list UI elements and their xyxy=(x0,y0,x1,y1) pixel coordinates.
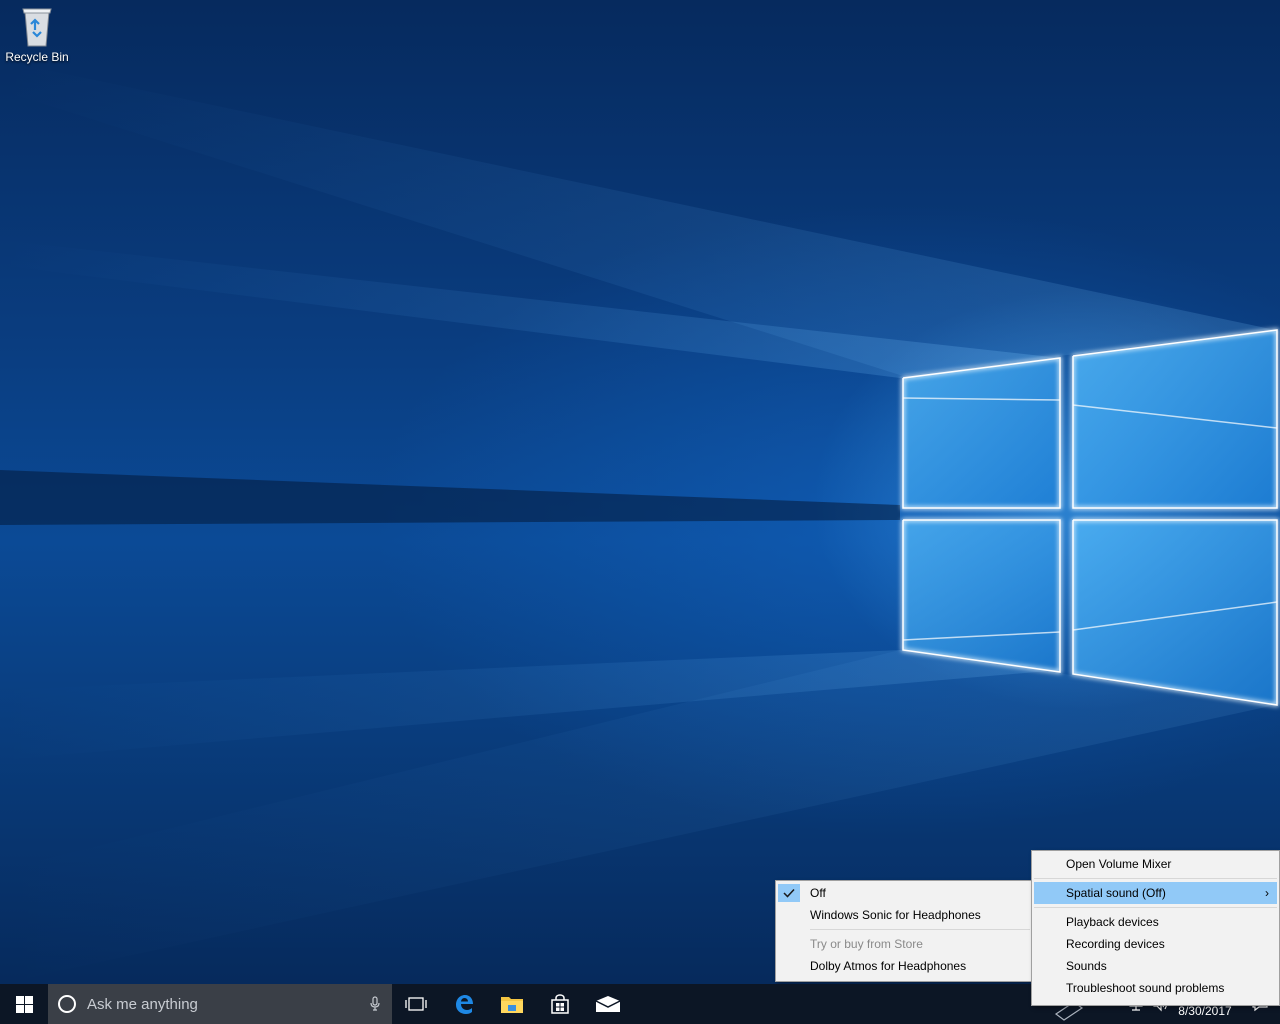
menu-item-recording-devices[interactable]: Recording devices xyxy=(1032,933,1279,955)
menu-item-label: Off xyxy=(810,886,826,900)
microphone-icon[interactable] xyxy=(370,996,380,1012)
menu-item-label: Dolby Atmos for Headphones xyxy=(810,959,967,973)
desktop-wallpaper: Recycle Bin xyxy=(0,0,1280,984)
menu-item-windows-sonic[interactable]: Windows Sonic for Headphones xyxy=(776,904,1032,926)
menu-item-label: Playback devices xyxy=(1066,915,1159,929)
menu-item-playback-devices[interactable]: Playback devices xyxy=(1032,911,1279,933)
menu-item-label: Try or buy from Store xyxy=(810,937,923,951)
folder-icon xyxy=(501,997,523,1013)
task-view-button[interactable] xyxy=(392,984,440,1024)
store-bag-icon xyxy=(551,994,569,1014)
menu-item-label: Open Volume Mixer xyxy=(1066,857,1172,871)
menu-item-label: Recording devices xyxy=(1066,937,1165,951)
file-explorer-button[interactable] xyxy=(488,984,536,1024)
clock-date: 8/30/2017 xyxy=(1178,1004,1232,1018)
cortana-circle-icon xyxy=(58,995,76,1013)
windows-hero-light-art xyxy=(0,60,1279,984)
mail-button[interactable] xyxy=(584,984,632,1024)
menu-item-spatial-sound[interactable]: Spatial sound (Off) › xyxy=(1034,882,1277,904)
menu-item-troubleshoot-sound[interactable]: Troubleshoot sound problems xyxy=(1032,977,1279,999)
menu-item-label: Sounds xyxy=(1066,959,1107,973)
submenu-arrow-icon: › xyxy=(1265,886,1269,900)
task-view-icon xyxy=(405,997,427,1011)
menu-item-label: Spatial sound (Off) xyxy=(1066,886,1166,900)
menu-separator xyxy=(810,929,1030,930)
mail-icon xyxy=(595,996,621,1012)
menu-separator xyxy=(1034,878,1277,879)
edge-button[interactable] xyxy=(440,984,488,1024)
search-box[interactable]: Ask me anything xyxy=(48,984,392,1024)
menu-item-open-volume-mixer[interactable]: Open Volume Mixer xyxy=(1032,853,1279,875)
menu-item-label: Troubleshoot sound problems xyxy=(1066,981,1225,995)
volume-context-menu: Open Volume Mixer Spatial sound (Off) › … xyxy=(1031,850,1280,1006)
spatial-sound-submenu: Off Windows Sonic for Headphones Try or … xyxy=(775,880,1033,982)
windows-logo-icon xyxy=(15,995,33,1013)
menu-item-sounds[interactable]: Sounds xyxy=(1032,955,1279,977)
recycle-bin-label: Recycle Bin xyxy=(5,50,69,64)
checkmark-icon xyxy=(778,884,800,902)
desktop-icon-recycle-bin[interactable]: Recycle Bin xyxy=(2,4,72,74)
edge-icon xyxy=(456,995,473,1014)
menu-item-dolby-atmos[interactable]: Dolby Atmos for Headphones xyxy=(776,955,1032,977)
start-button[interactable] xyxy=(0,984,48,1024)
menu-separator xyxy=(1034,907,1277,908)
recycle-bin-icon xyxy=(22,8,52,47)
menu-item-label: Windows Sonic for Headphones xyxy=(810,908,981,922)
search-placeholder: Ask me anything xyxy=(87,995,198,1013)
menu-item-off[interactable]: Off xyxy=(776,882,1032,904)
store-button[interactable] xyxy=(536,984,584,1024)
menu-item-try-or-buy: Try or buy from Store xyxy=(776,933,1032,955)
